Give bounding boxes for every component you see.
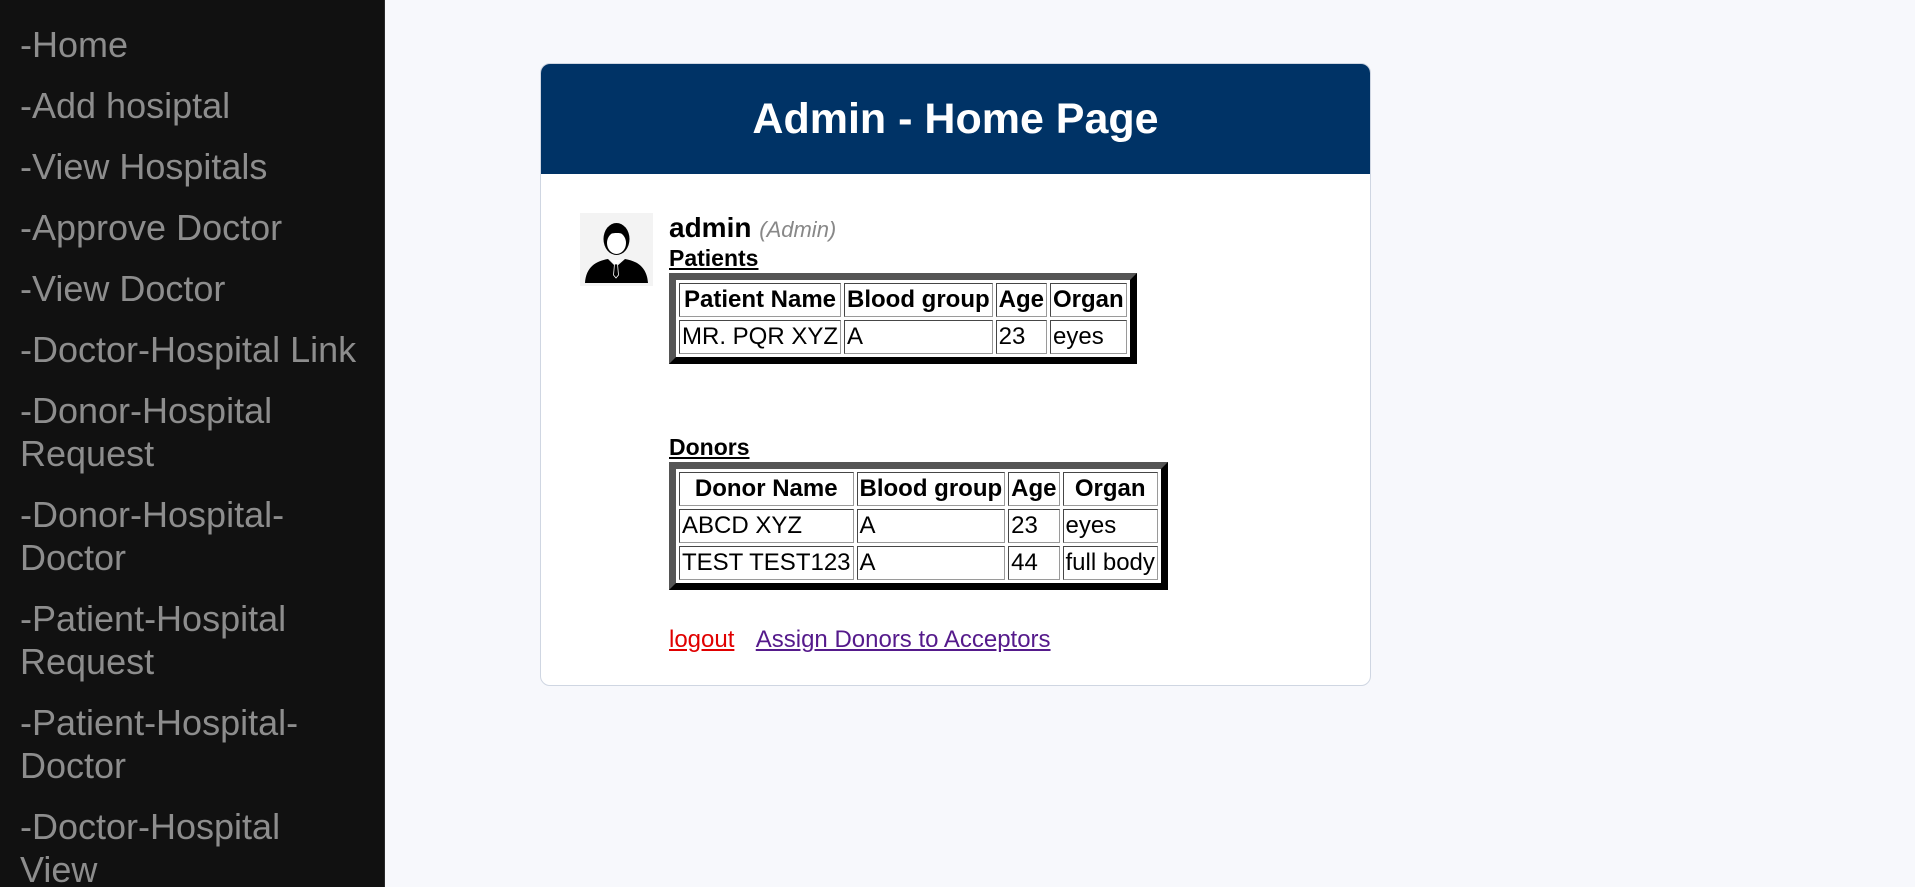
column-header: Organ xyxy=(1050,283,1127,317)
patients-title: Patients xyxy=(669,245,759,271)
sidebar-item-approve-doctor[interactable]: -Approve Doctor xyxy=(0,206,384,249)
table-cell: TEST TEST123 xyxy=(679,546,854,580)
column-header: Blood group xyxy=(844,283,993,317)
action-links: logout Assign Donors to Acceptors xyxy=(669,626,1359,654)
assign-donors-link[interactable]: Assign Donors to Acceptors xyxy=(756,626,1051,653)
table-cell: MR. PQR XYZ xyxy=(679,320,842,354)
sidebar-item-view-hospitals[interactable]: -View Hospitals xyxy=(0,145,384,188)
table-cell: A xyxy=(856,546,1006,580)
column-header: Age xyxy=(995,283,1047,317)
sidebar-item-patient-hospital-doctor[interactable]: -Patient-Hospital-Doctor xyxy=(0,701,384,787)
column-header: Patient Name xyxy=(679,283,842,317)
donors-table: Donor Name Blood group Age Organ ABCD XY… xyxy=(669,462,1168,590)
page-title: Admin - Home Page xyxy=(541,64,1370,174)
sidebar-item-donor-hospital-request[interactable]: -Donor-Hospital Request xyxy=(0,389,384,475)
table-row: MR. PQR XYZ A 23 eyes xyxy=(679,320,1127,354)
sidebar-item-doctor-hospital-view[interactable]: -Doctor-Hospital View xyxy=(0,805,384,887)
table-row: TEST TEST123 A 44 full body xyxy=(679,546,1158,580)
column-header: Blood group xyxy=(856,472,1006,506)
table-cell: 44 xyxy=(1008,546,1060,580)
column-header: Organ xyxy=(1062,472,1158,506)
sidebar: -Home -Add hosiptal -View Hospitals -App… xyxy=(0,0,385,887)
donors-title: Donors xyxy=(669,434,750,460)
table-cell: 23 xyxy=(1008,509,1060,543)
sidebar-item-patient-hospital-request[interactable]: -Patient-Hospital Request xyxy=(0,597,384,683)
user-role: (Admin) xyxy=(759,217,837,242)
table-cell: 23 xyxy=(995,320,1047,354)
admin-card: Admin - Home Page admin (Admin) Patients… xyxy=(540,63,1371,686)
sidebar-item-doctor-hospital-link[interactable]: -Doctor-Hospital Link xyxy=(0,328,384,371)
table-cell: A xyxy=(844,320,993,354)
sidebar-item-add-hospital[interactable]: -Add hosiptal xyxy=(0,84,384,127)
patients-table: Patient Name Blood group Age Organ MR. P… xyxy=(669,273,1137,364)
logout-link[interactable]: logout xyxy=(669,626,734,653)
user-avatar-icon xyxy=(580,213,653,286)
user-name-line: admin (Admin) xyxy=(669,213,1359,245)
sidebar-item-donor-hospital-doctor[interactable]: -Donor-Hospital-Doctor xyxy=(0,493,384,579)
column-header: Age xyxy=(1008,472,1060,506)
table-header-row: Donor Name Blood group Age Organ xyxy=(679,472,1158,506)
table-cell: full body xyxy=(1062,546,1158,580)
column-header: Donor Name xyxy=(679,472,854,506)
table-row: ABCD XYZ A 23 eyes xyxy=(679,509,1158,543)
table-cell: eyes xyxy=(1062,509,1158,543)
sidebar-item-home[interactable]: -Home xyxy=(0,23,384,66)
table-cell: eyes xyxy=(1050,320,1127,354)
table-cell: ABCD XYZ xyxy=(679,509,854,543)
user-name: admin xyxy=(669,212,752,243)
main-content: admin (Admin) Patients Patient Name Bloo… xyxy=(669,213,1359,654)
table-header-row: Patient Name Blood group Age Organ xyxy=(679,283,1127,317)
table-cell: A xyxy=(856,509,1006,543)
sidebar-item-view-doctor[interactable]: -View Doctor xyxy=(0,267,384,310)
